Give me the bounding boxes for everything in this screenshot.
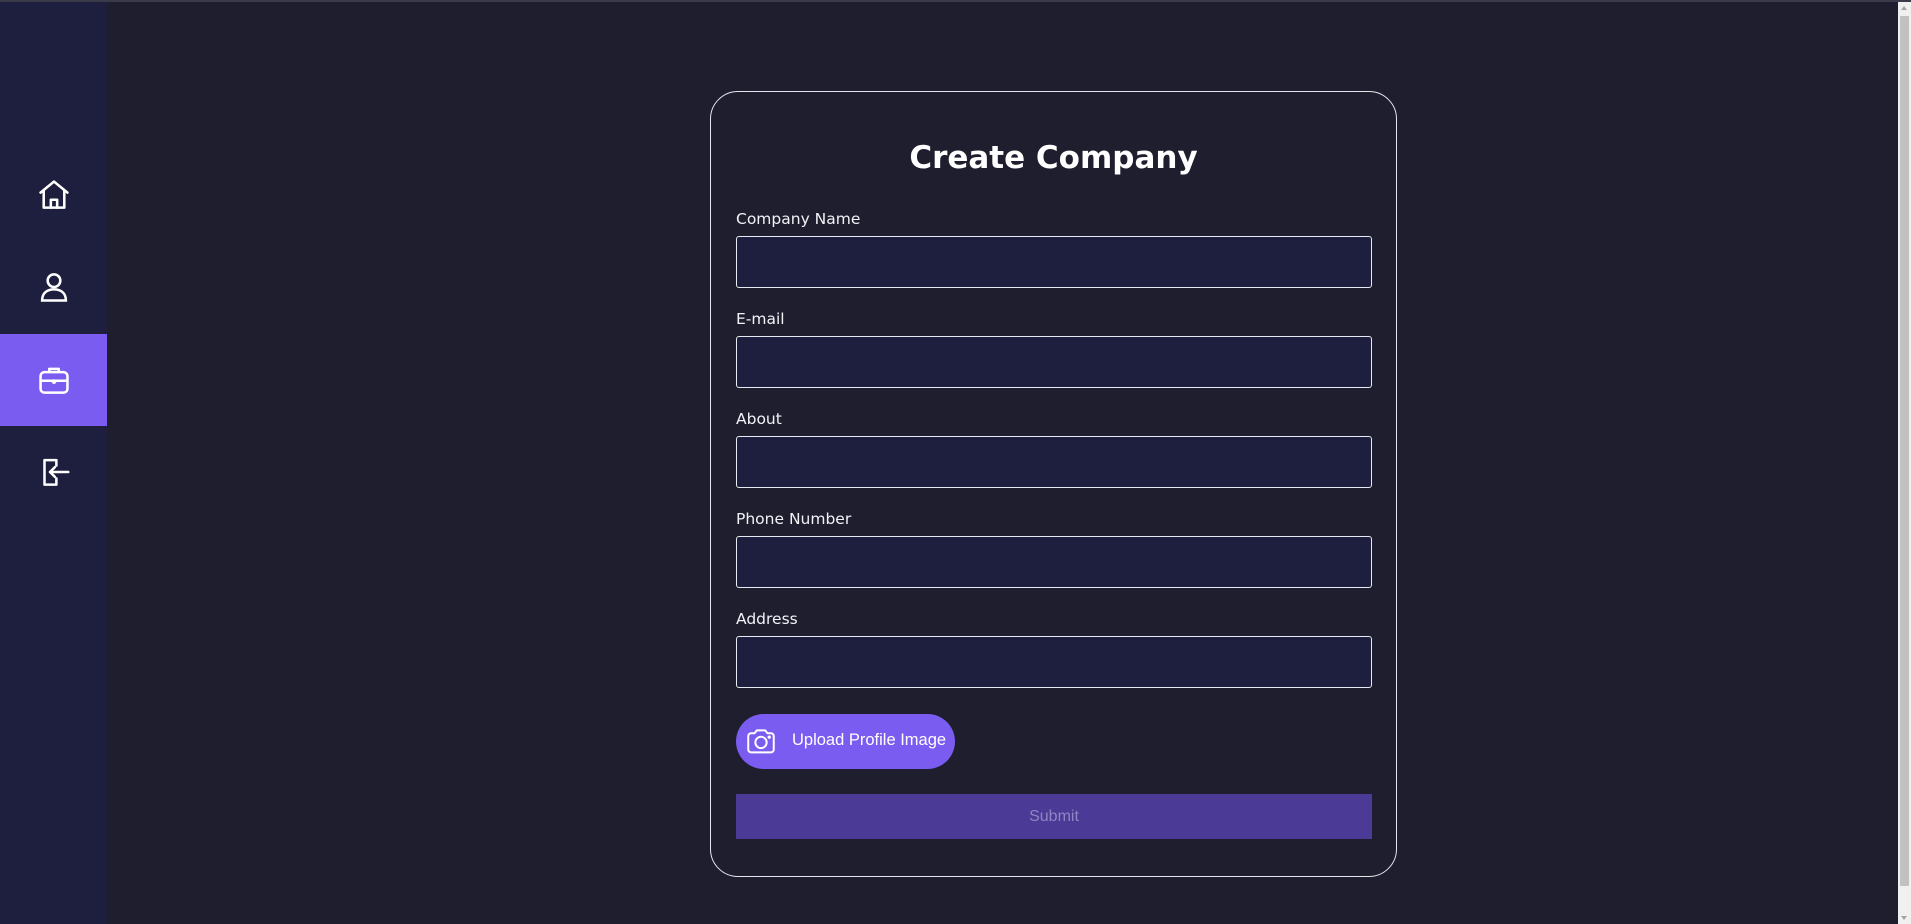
camera-icon: [747, 729, 775, 754]
scroll-down-arrow-icon[interactable]: [1901, 916, 1907, 920]
home-icon: [38, 180, 69, 209]
briefcase-icon: [38, 367, 69, 394]
sidebar-item-profile[interactable]: [0, 241, 107, 333]
scrollbar-thumb[interactable]: [1900, 16, 1909, 886]
about-label: About: [736, 410, 782, 428]
main-content: Create Company Company Name E-mail About…: [107, 2, 1898, 924]
phone-number-input[interactable]: [736, 536, 1372, 588]
address-input[interactable]: [736, 636, 1372, 688]
upload-profile-image-label: Upload Profile Image: [792, 731, 947, 749]
email-label: E-mail: [736, 310, 785, 328]
page-title: Create Company: [909, 140, 1198, 176]
company-name-label: Company Name: [736, 210, 861, 228]
about-input[interactable]: [736, 436, 1372, 488]
company-name-input[interactable]: [736, 236, 1372, 288]
vertical-scrollbar[interactable]: [1898, 2, 1911, 924]
create-company-form: Create Company Company Name E-mail About…: [710, 91, 1397, 877]
logout-icon: [42, 458, 70, 486]
sidebar-item-home[interactable]: [0, 149, 107, 241]
address-label: Address: [736, 610, 798, 628]
scroll-up-arrow-icon[interactable]: [1901, 6, 1907, 10]
submit-button[interactable]: Submit: [736, 794, 1372, 839]
phone-number-label: Phone Number: [736, 510, 852, 528]
sidebar: [0, 2, 107, 924]
sidebar-item-logout[interactable]: [0, 426, 107, 518]
email-input[interactable]: [736, 336, 1372, 388]
upload-profile-image-button[interactable]: Upload Profile Image: [736, 714, 955, 769]
sidebar-item-company[interactable]: [0, 334, 107, 426]
user-icon: [40, 273, 67, 302]
